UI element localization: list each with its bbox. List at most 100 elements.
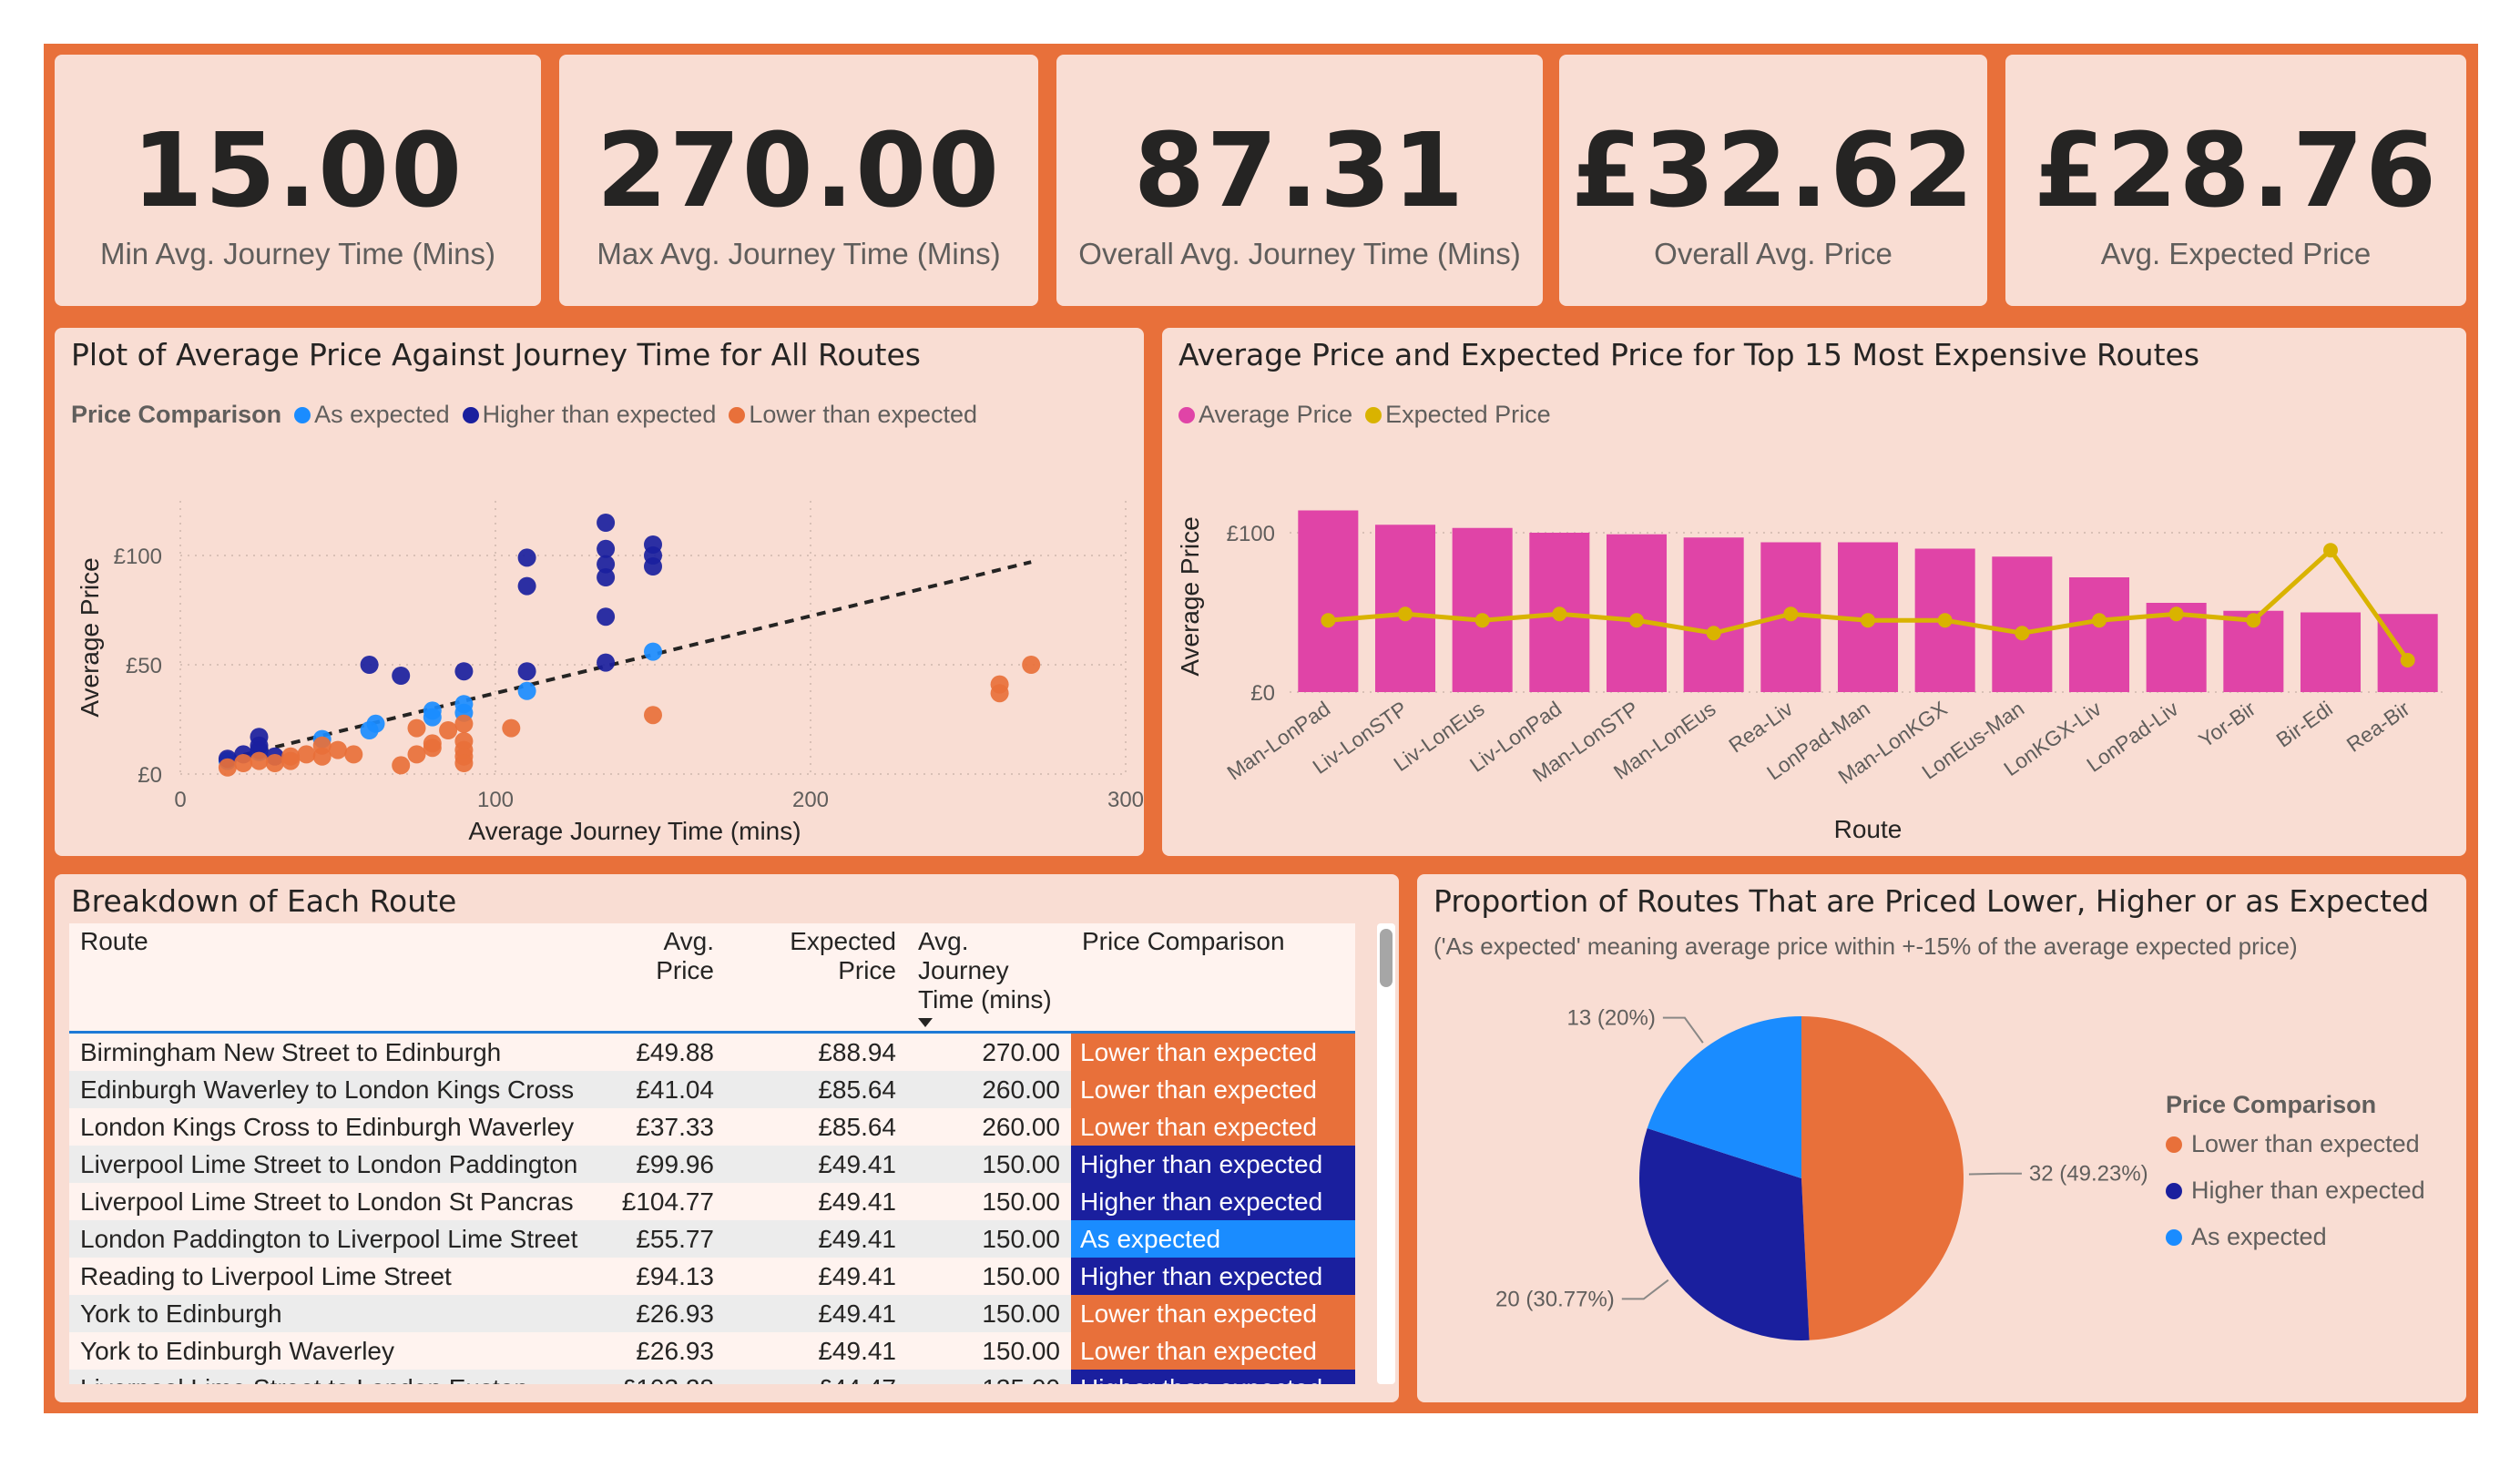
table-cell-avg: £94.13 (590, 1258, 725, 1295)
bar-card: Average Price and Expected Price for Top… (1162, 328, 2466, 856)
table-cell-route: Liverpool Lime Street to London St Pancr… (69, 1183, 590, 1220)
legend-item-as-expected[interactable]: As expected (2166, 1223, 2425, 1251)
table-header-row: Route Avg. Price Expected Price Avg. Jou… (69, 923, 1355, 1034)
column-header-price-comparison[interactable]: Price Comparison (1071, 923, 1355, 1034)
legend-title: Price Comparison (2166, 1091, 2377, 1118)
scatter-point (250, 728, 269, 747)
table-cell-avg: £99.96 (590, 1146, 725, 1183)
scrollbar-thumb[interactable] (1380, 929, 1393, 987)
scatter-point (407, 745, 426, 764)
table-row[interactable]: York to Edinburgh £26.93 £49.41 150.00 Lower… (69, 1295, 1355, 1332)
table-cell-avg: £26.93 (590, 1332, 725, 1370)
line-point (1552, 606, 1567, 622)
table-cell-route: Birmingham New Street to Edinburgh (69, 1032, 590, 1071)
table-cell-time: 150.00 (907, 1258, 1071, 1295)
x-axis-label: Average Journey Time (mins) (468, 817, 801, 845)
line-point (2246, 613, 2261, 628)
table-row[interactable]: Reading to Liverpool Lime Street £94.13 £4… (69, 1258, 1355, 1295)
table-cell-route: Liverpool Lime Street to London Paddingt… (69, 1146, 590, 1183)
line-point (1321, 613, 1336, 628)
line-point (2092, 613, 2107, 628)
legend-item-lower[interactable]: Lower than expected (2166, 1130, 2425, 1158)
table-row[interactable]: London Kings Cross to Edinburgh Waverley… (69, 1108, 1355, 1146)
table-cell-route: Liverpool Lime Street to London Euston (69, 1370, 590, 1384)
scatter-point (644, 706, 662, 725)
scatter-point (597, 653, 616, 672)
kpi-label: Min Avg. Journey Time (Mins) (99, 237, 496, 270)
scatter-point (454, 695, 474, 714)
kpi-card-overall-time: 87.31 Overall Avg. Journey Time (Mins) (1056, 55, 1543, 306)
line-point (1474, 613, 1490, 628)
table-cell-time: 260.00 (907, 1108, 1071, 1146)
dashboard-frame: 15.00 Min Avg. Journey Time (Mins) 270.0… (44, 44, 2478, 1413)
scatter-point (312, 736, 332, 755)
legend-label: Lower than expected (2191, 1130, 2420, 1157)
column-header-expected-price[interactable]: Expected Price (725, 923, 907, 1034)
table-cell-exp: £49.41 (725, 1220, 907, 1258)
trendline (227, 560, 1032, 761)
scatter-point (360, 656, 379, 674)
kpi-card-max-time: 270.00 Max Avg. Journey Time (Mins) (559, 55, 1038, 306)
table-cell-exp: £49.41 (725, 1146, 907, 1183)
table-cell-route: York to Edinburgh (69, 1295, 590, 1332)
table-row[interactable]: Birmingham New Street to Edinburgh £49.88… (69, 1032, 1355, 1071)
table-cell-route: London Paddington to Liverpool Lime Stre… (69, 1220, 590, 1258)
kpi-label: Overall Avg. Journey Time (Mins) (1078, 237, 1521, 270)
route-table-container[interactable]: Route Avg. Price Expected Price Avg. Jou… (69, 923, 1355, 1384)
line-point (1706, 626, 1721, 641)
table-cell-route: York to Edinburgh Waverley (69, 1332, 590, 1370)
line-point (2323, 543, 2338, 558)
scatter-point (392, 667, 411, 685)
kpi-value: 15.00 (131, 112, 464, 230)
table-row[interactable]: Liverpool Lime Street to London St Pancr… (69, 1183, 1355, 1220)
column-header-route[interactable]: Route (69, 923, 590, 1034)
table-cell-exp: £85.64 (725, 1108, 907, 1146)
bar (1298, 510, 1359, 692)
x-tick-label: Yor-Bir (2194, 697, 2260, 752)
table-scrollbar[interactable] (1377, 923, 1395, 1384)
scatter-point (597, 514, 616, 532)
table-row[interactable]: Liverpool Lime Street to London Paddingt… (69, 1146, 1355, 1183)
table-row[interactable]: Liverpool Lime Street to London Euston£1… (69, 1370, 1355, 1384)
table-cell-avg: £37.33 (590, 1108, 725, 1146)
scatter-point (423, 739, 442, 758)
table-cell-time: 150.00 (907, 1332, 1071, 1370)
table-cell-time: 270.00 (907, 1032, 1071, 1071)
scatter-point (250, 751, 269, 770)
table-cell-time: 150.00 (907, 1220, 1071, 1258)
column-header-journey-time[interactable]: Avg. Journey Time (mins) (907, 923, 1071, 1034)
kpi-card-min-time: 15.00 Min Avg. Journey Time (Mins) (55, 55, 541, 306)
scatter-point (366, 714, 385, 733)
table-cell-avg: £49.88 (590, 1032, 725, 1071)
bar (1992, 556, 2053, 692)
table-cell-exp: £85.64 (725, 1071, 907, 1108)
table-cell-cmp: Higher than expected (1071, 1258, 1355, 1295)
table-cell-cmp: Lower than expected (1071, 1332, 1355, 1370)
scatter-point (990, 675, 1009, 694)
line-point (2015, 626, 2030, 641)
scatter-point (392, 756, 411, 775)
kpi-value: 87.31 (1133, 112, 1466, 230)
column-header-avg-price[interactable]: Avg. Price (590, 923, 725, 1034)
table-row[interactable]: London Paddington to Liverpool Lime Stre… (69, 1220, 1355, 1258)
table-cell-exp: £88.94 (725, 1032, 907, 1071)
pie-data-label: 32 (49.23%) (2029, 1162, 2148, 1187)
table-row[interactable]: York to Edinburgh Waverley £26.93 £49.41 15… (69, 1332, 1355, 1370)
bar (1683, 537, 1744, 692)
scatter-point (454, 754, 474, 772)
scatter-point (454, 714, 474, 733)
table-row[interactable]: Edinburgh Waverley to London Kings Cross… (69, 1071, 1355, 1108)
scatter-point (502, 718, 521, 738)
bar-chart[interactable]: £0£100Average PriceRouteMan-LonPadLiv-Lo… (1162, 328, 2466, 856)
column-header-label: Avg. Journey Time (mins) (918, 927, 1052, 1014)
table-cell-time: 150.00 (907, 1295, 1071, 1332)
x-tick-label: 200 (792, 788, 829, 812)
table-cell-cmp: Lower than expected (1071, 1071, 1355, 1108)
legend-item-higher[interactable]: Higher than expected (2166, 1177, 2425, 1205)
y-tick-label: £100 (114, 545, 162, 569)
table-cell-cmp: Higher than expected (1071, 1183, 1355, 1220)
scatter-plot[interactable]: £0 £50 £100 0 100 200 300 Average Journey Time … (55, 328, 1144, 856)
x-tick-label: 0 (174, 788, 186, 812)
scatter-point (1022, 656, 1041, 674)
kpi-card-expected-price: £28.76 Avg. Expected Price (2005, 55, 2466, 306)
